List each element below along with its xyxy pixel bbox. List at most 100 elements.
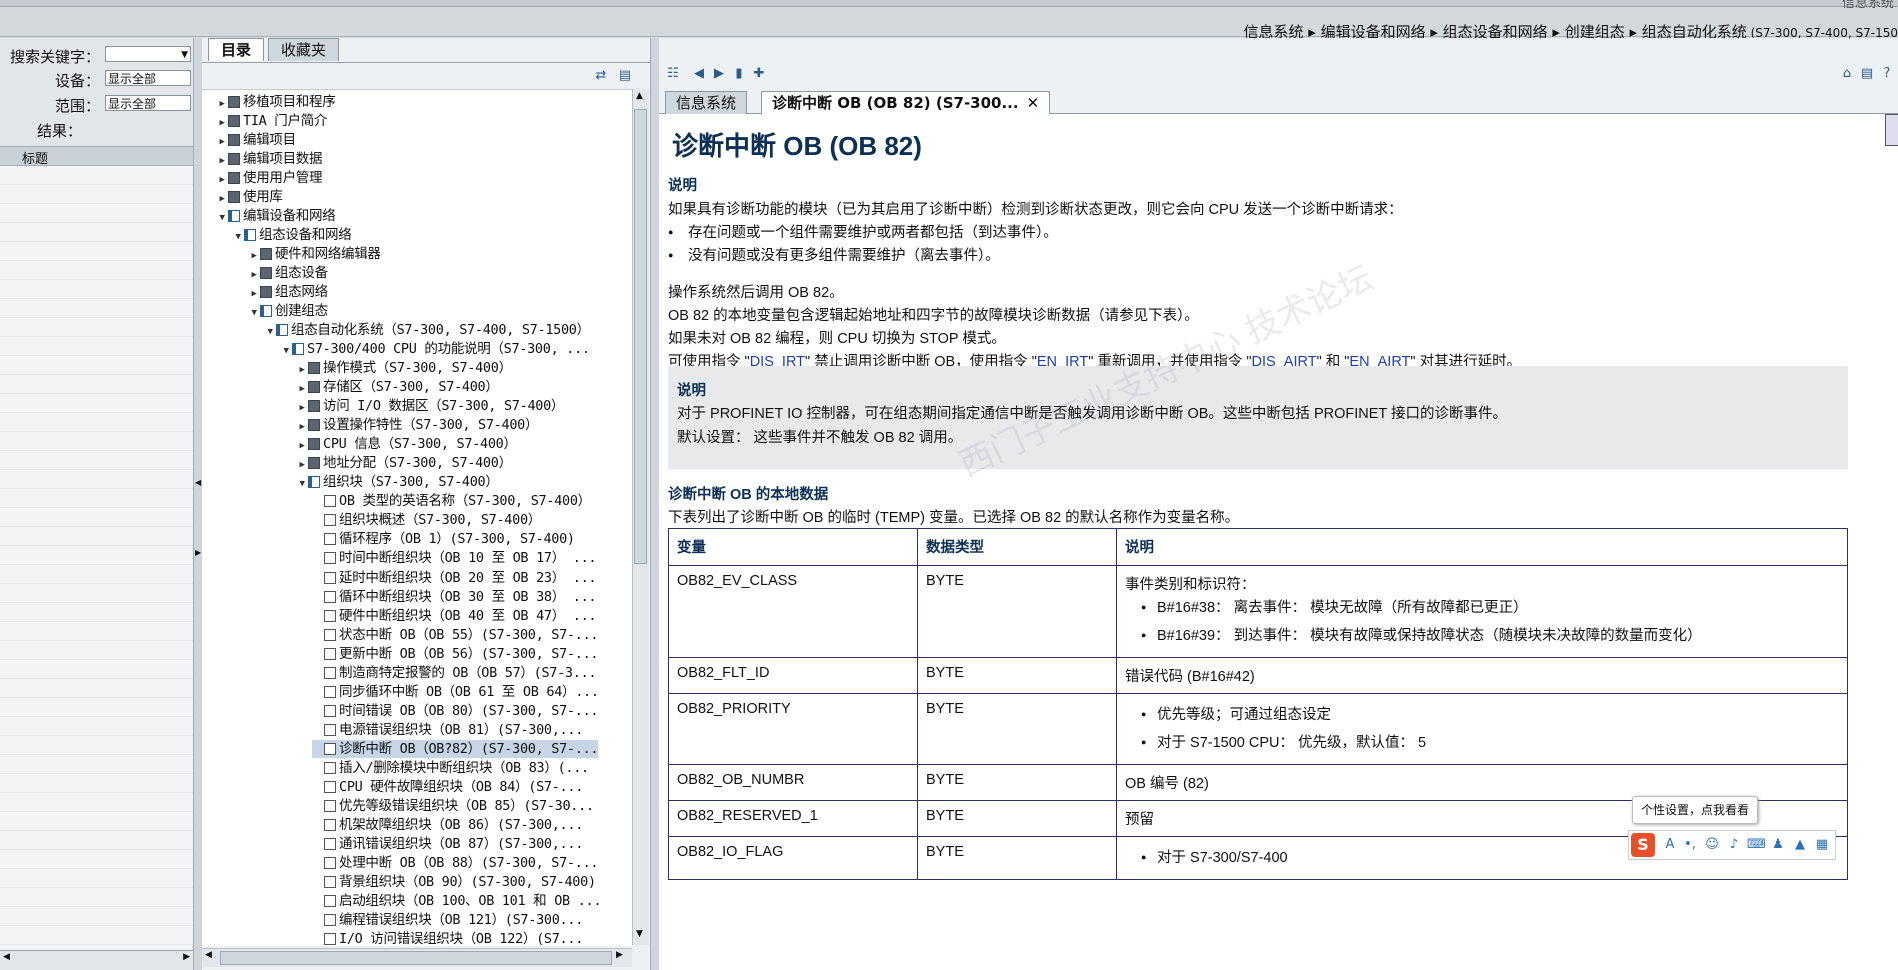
tree-item[interactable]: 编程错误组织块（OB 121）(S7-300... xyxy=(312,911,583,929)
expand-arrow-icon[interactable]: ▶ xyxy=(296,456,308,474)
close-icon[interactable]: ✕ xyxy=(1027,94,1040,112)
tree-item[interactable]: 硬件中断组织块（OB 40 至 OB 47） ... xyxy=(312,607,597,625)
tree-item[interactable]: 组织块概述（S7-300, S7-400） xyxy=(312,511,541,529)
collapse-arrow-icon[interactable]: ▼ xyxy=(232,228,244,246)
scroll-down-icon[interactable]: ▼ xyxy=(636,929,643,939)
tree-item[interactable]: CPU 硬件故障组织块（OB 84）(S7-... xyxy=(312,778,583,796)
results-column-header[interactable]: 标题 xyxy=(0,146,193,167)
print-icon[interactable]: ▤ xyxy=(1859,66,1875,82)
font-icon[interactable]: A xyxy=(1661,836,1679,854)
tree-item[interactable]: ▶ 组态设备 xyxy=(248,264,328,282)
tree-item[interactable]: 时间中断组织块（OB 10 至 OB 17） ... xyxy=(312,549,597,567)
tree-item[interactable]: 通讯错误组织块（OB 87）(S7-300,... xyxy=(312,835,583,853)
tree-item[interactable]: 循环程序（OB 1）(S7-300, S7-400) xyxy=(312,530,575,548)
scroll-right-icon[interactable]: ▶ xyxy=(616,950,623,960)
tree-item[interactable]: 机架故障组织块（OB 86）(S7-300,... xyxy=(312,816,583,834)
tree-hscrollbar[interactable]: ◀ ▶ xyxy=(202,948,632,967)
tree-item[interactable]: ▶ 编辑项目数据 xyxy=(216,150,322,168)
user-icon[interactable]: ♟ xyxy=(1769,836,1787,854)
tree-item[interactable]: ▶ 地址分配（S7-300, S7-400） xyxy=(296,454,512,472)
tab-ob82[interactable]: 诊断中断 OB (OB 82) (S7-300... ✕ xyxy=(761,91,1051,114)
collapse-arrow-icon[interactable]: ▼ xyxy=(264,323,276,341)
contents-tree[interactable]: ▶ 移植项目和程序 ▶ TIA 门户简介 ▶ 编辑项目 ▶ 编辑项目数据 ▶ 使用用户管理 ▶ 使用库… xyxy=(202,89,632,946)
ime-logo[interactable]: S xyxy=(1631,833,1655,857)
expand-arrow-icon[interactable]: ▶ xyxy=(296,361,308,379)
tree-vscrollbar[interactable]: ▲ ▼ xyxy=(632,89,649,945)
expand-right-icon[interactable]: ▶ xyxy=(195,548,201,557)
keyboard-icon[interactable]: ⌨ xyxy=(1747,836,1766,854)
tree-item[interactable]: 电源错误组织块（OB 81）(S7-300,... xyxy=(312,721,583,739)
grid-icon[interactable]: ▦ xyxy=(1813,836,1831,854)
results-hscrollbar[interactable]: ◀ ▶ xyxy=(0,950,193,969)
expand-arrow-icon[interactable]: ▶ xyxy=(216,171,228,189)
forward-icon[interactable]: ▶ xyxy=(711,66,727,82)
expand-arrow-icon[interactable]: ▶ xyxy=(296,437,308,455)
collapse-arrow-icon[interactable]: ▼ xyxy=(216,209,228,227)
tab-favorites[interactable]: 收藏夹 xyxy=(268,38,340,61)
tree-item[interactable]: ▶ 操作模式（S7-300, S7-400） xyxy=(296,359,512,377)
expand-arrow-icon[interactable]: ▶ xyxy=(216,152,228,170)
tree-item[interactable]: 制造商特定报警的 OB（OB 57）(S7-3... xyxy=(312,664,597,682)
keyword-combobox[interactable]: ▼ xyxy=(105,46,191,62)
tree-item[interactable]: 循环中断组织块（OB 30 至 OB 38） ... xyxy=(312,588,597,606)
tree-item[interactable]: ▶ 设置操作特性（S7-300, S7-400） xyxy=(296,416,538,434)
tab-info-system[interactable]: 信息系统 xyxy=(665,91,748,114)
tree-item[interactable]: 启动组织块（OB 100、OB 101 和 OB ... xyxy=(312,892,601,910)
collapse-arrow-icon[interactable]: ▼ xyxy=(296,475,308,493)
tree-item[interactable]: 处理中断 OB（OB 88）(S7-300, S7-... xyxy=(312,854,599,872)
help-icon[interactable]: ? xyxy=(1879,66,1895,82)
tree-item[interactable]: 同步循环中断 OB（OB 61 至 OB 64）... xyxy=(312,683,599,701)
tree-item[interactable]: 延时中断组织块（OB 20 至 OB 23） ... xyxy=(312,569,597,587)
tree-item[interactable]: 优先等级错误组织块（OB 85）(S7-30... xyxy=(312,797,594,815)
expand-arrow-icon[interactable]: ▶ xyxy=(216,114,228,132)
scroll-up-icon[interactable]: ▲ xyxy=(636,91,643,101)
collapse-arrow-icon[interactable]: ▼ xyxy=(248,304,260,322)
tree-item[interactable]: OB 类型的英语名称（S7-300, S7-400） xyxy=(312,492,591,510)
tree-item[interactable]: ▶ TIA 门户简介 xyxy=(216,112,327,130)
sync-icon[interactable]: ⇄ xyxy=(593,68,609,84)
scope-field[interactable]: 显示全部 xyxy=(105,95,191,111)
add-favorite-icon[interactable]: ✚ xyxy=(751,66,767,82)
collapse-left-icon[interactable]: ◀ xyxy=(195,478,201,487)
tree-item[interactable]: ▶ 使用用户管理 xyxy=(216,169,322,187)
skin-icon[interactable]: ▲ xyxy=(1791,836,1809,854)
tree-item[interactable]: I/O 访问错误组织块（OB 122）(S7... xyxy=(312,930,583,946)
tab-contents[interactable]: 目录 xyxy=(208,38,265,61)
tree-item[interactable]: ▶ 硬件和网络编辑器 xyxy=(248,245,380,263)
scroll-left-icon[interactable]: ◀ xyxy=(205,950,212,960)
chevron-down-icon[interactable]: ▼ xyxy=(181,47,188,63)
toc-icon[interactable]: ☷ xyxy=(665,66,681,82)
tree-item[interactable]: ▶ CPU 信息（S7-300, S7-400） xyxy=(296,435,517,453)
tree-item[interactable]: 插入/删除模块中断组织块（OB 83）(... xyxy=(312,759,589,777)
scroll-right-icon[interactable]: ▶ xyxy=(183,952,190,962)
results-list[interactable] xyxy=(0,166,193,966)
tree-item[interactable]: ▼ S7-300/400 CPU 的功能说明（S7-300, ... xyxy=(280,340,590,358)
tree-item[interactable]: 时间错误 OB（OB 80）(S7-300, S7-... xyxy=(312,702,599,720)
expand-arrow-icon[interactable]: ▶ xyxy=(216,133,228,151)
expand-arrow-icon[interactable]: ▶ xyxy=(216,190,228,208)
expand-arrow-icon[interactable]: ▶ xyxy=(296,418,308,436)
expand-arrow-icon[interactable]: ▶ xyxy=(296,399,308,417)
tree-hscroll-thumb[interactable] xyxy=(220,951,612,965)
tree-scroll-thumb[interactable] xyxy=(634,109,647,564)
home-icon[interactable]: ⌂ xyxy=(1839,66,1855,82)
expand-arrow-icon[interactable]: ▶ xyxy=(296,380,308,398)
tree-item[interactable]: ▶ 编辑项目 xyxy=(216,131,296,149)
tree-item[interactable]: 状态中断 OB（OB 55）(S7-300, S7-... xyxy=(312,626,599,644)
tree-item[interactable]: 诊断中断 OB（OB?82）(S7-300, S7-... xyxy=(312,739,599,758)
emoji-icon[interactable]: ☺ xyxy=(1703,836,1721,854)
device-field[interactable]: 显示全部 xyxy=(105,70,191,86)
expand-arrow-icon[interactable]: ▶ xyxy=(248,266,260,284)
print-icon[interactable]: ▤ xyxy=(617,68,633,84)
tree-item[interactable]: ▶ 组态网络 xyxy=(248,283,328,301)
tree-item[interactable]: ▼ 组态设备和网络 xyxy=(232,226,351,244)
tree-item[interactable]: 更新中断 OB（OB 56）(S7-300, S7-... xyxy=(312,645,599,663)
tree-item[interactable]: ▼ 创建组态 xyxy=(248,302,328,320)
expand-arrow-icon[interactable]: ▶ xyxy=(216,95,228,113)
scroll-left-icon[interactable]: ◀ xyxy=(3,952,10,962)
ime-toolbar[interactable]: S A •, ☺ ♪ ⌨ ♟ ▲ ▦ xyxy=(1628,830,1836,860)
expand-arrow-icon[interactable]: ▶ xyxy=(248,285,260,303)
tree-item[interactable]: ▶ 访问 I/O 数据区（S7-300, S7-400） xyxy=(296,397,564,415)
pin-icon[interactable] xyxy=(1885,114,1898,146)
tree-item[interactable]: ▶ 使用库 xyxy=(216,188,282,208)
